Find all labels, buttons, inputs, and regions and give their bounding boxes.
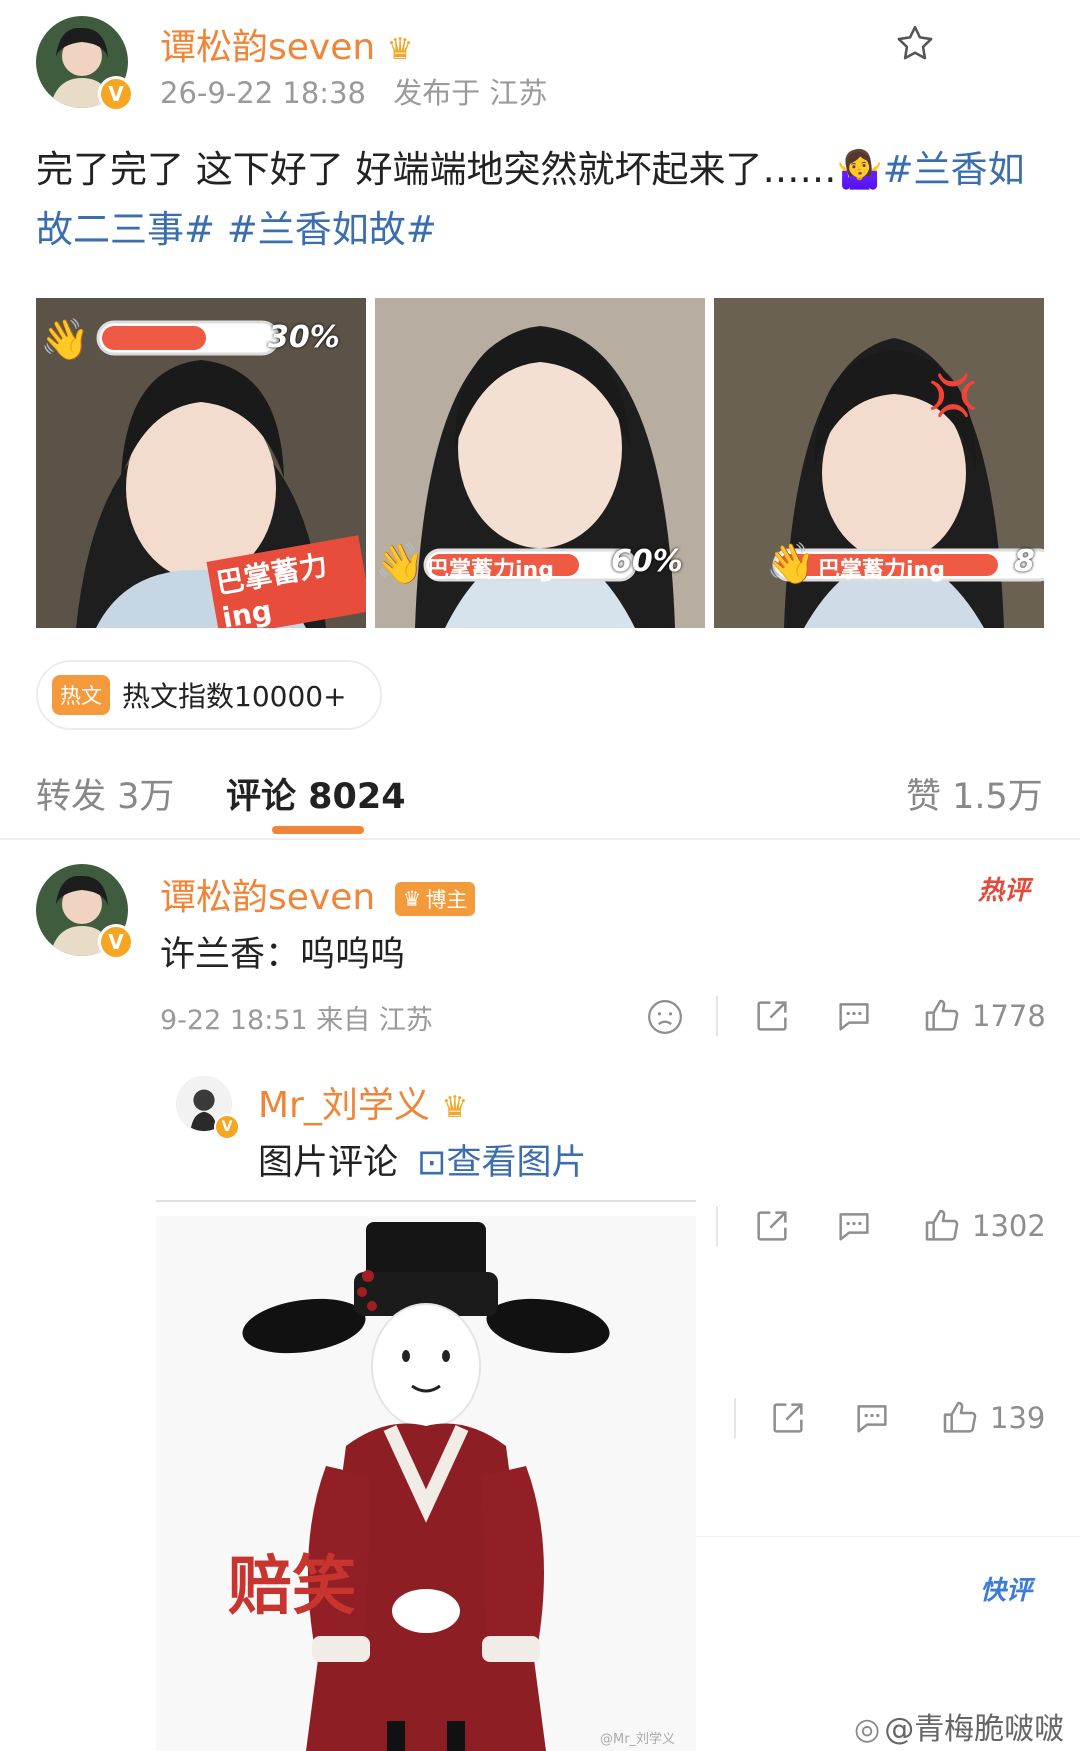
thumbs-up-icon	[943, 1401, 977, 1433]
comment-author-name[interactable]: 谭松韵seven ♛ 博主	[160, 868, 476, 920]
blogger-badge-label: 博主	[425, 888, 468, 912]
photo-banner: 巴掌蓄力ing	[427, 558, 554, 583]
post-location: 发布于 江苏	[393, 76, 548, 110]
post-author-name[interactable]: 谭松韵seven ♛	[160, 18, 414, 70]
dislike-face-icon[interactable]	[646, 998, 684, 1040]
reply-icon[interactable]	[852, 1398, 892, 1442]
hot-comment-mark: 热评	[978, 876, 1031, 906]
comment-time: 9-22 18:51 来自 江苏	[160, 1005, 433, 1036]
share-icon[interactable]	[752, 996, 792, 1040]
favorite-star-icon[interactable]	[893, 22, 937, 70]
post-text: 完了完了 这下好了 好端端地突然就坏起来了……🤷‍♀️#兰香如故二三事# #兰香…	[36, 140, 1046, 260]
action-divider	[716, 996, 718, 1036]
weibo-logo-icon: ◎	[854, 1712, 881, 1747]
tab-comment[interactable]: 评论 8024	[226, 768, 406, 819]
hand-icon: 👋	[766, 541, 816, 587]
thumbs-up-icon	[925, 999, 959, 1031]
post-photo-3[interactable]: 💢 👋 巴掌蓄力ing 8	[714, 298, 1044, 628]
share-icon[interactable]	[768, 1398, 808, 1442]
crown-icon: ♛	[386, 32, 414, 67]
reply-icon[interactable]	[834, 996, 874, 1040]
hand-icon: 👋	[375, 541, 425, 587]
progress-label: 60%	[611, 544, 683, 579]
crown-icon: ♛	[402, 887, 422, 911]
reply-text: 图片评论 ⊡查看图片	[258, 1134, 586, 1185]
progress-label: 8	[1014, 544, 1035, 579]
photo-banner: 巴掌蓄力ing	[818, 558, 945, 583]
anger-icon: 💢	[928, 373, 978, 419]
action-divider	[716, 1206, 718, 1246]
post-photo-1[interactable]: 30% 👋 巴掌蓄力ing	[36, 298, 366, 628]
crown-icon: ♛	[441, 1090, 469, 1125]
section-divider	[0, 838, 1080, 840]
thumbs-up-icon	[925, 1209, 959, 1241]
sticker-top-line	[156, 1200, 696, 1202]
like-count: 1778	[972, 999, 1046, 1033]
like-button[interactable]: 139	[940, 1398, 1045, 1438]
sticker-caption: 赔笑	[228, 1549, 356, 1624]
progress-label: 30%	[268, 320, 340, 355]
active-tab-indicator	[272, 826, 364, 834]
verified-badge-icon: V	[98, 76, 134, 112]
verified-badge-icon: V	[98, 924, 134, 960]
hand-icon: 👋	[40, 317, 90, 363]
hot-index-text: 热文指数10000+	[122, 680, 347, 713]
sticker-image[interactable]	[156, 1216, 696, 1751]
share-icon[interactable]	[752, 1206, 792, 1250]
interaction-tabs: 转发 3万 评论 8024 赞 1.5万	[0, 758, 1080, 838]
comment-divider	[696, 1536, 1080, 1537]
action-divider	[734, 1398, 736, 1438]
like-count: 1302	[972, 1209, 1046, 1243]
blogger-badge: ♛ 博主	[394, 882, 476, 916]
hashtag-link[interactable]: #兰香如故#	[227, 208, 437, 251]
reply-icon[interactable]	[834, 1206, 874, 1250]
hot-index-pill[interactable]: 热文 热文指数10000+	[36, 660, 382, 730]
sticker-watermark: @Mr_刘学义	[600, 1732, 676, 1747]
tab-like[interactable]: 赞 1.5万	[906, 768, 1043, 819]
fast-comment-mark: 快评	[980, 1576, 1033, 1606]
page-watermark: ◎ @青梅脆啵啵	[854, 1704, 1064, 1748]
watermark-text: @青梅脆啵啵	[884, 1712, 1065, 1747]
like-button[interactable]: 1302	[922, 1206, 1046, 1246]
comment-text: 许兰香：呜呜呜	[160, 935, 406, 975]
post-meta: 26-9-22 18:38 发布于 江苏	[160, 70, 547, 112]
post-photo-2[interactable]: 60% 👋 巴掌蓄力ing	[375, 298, 705, 628]
hot-tag: 热文	[52, 675, 110, 715]
reply-text-label: 图片评论	[258, 1143, 399, 1183]
like-button[interactable]: 1778	[922, 996, 1046, 1036]
verified-badge-icon: V	[214, 1114, 240, 1140]
tab-repost[interactable]: 转发 3万	[36, 768, 174, 819]
reply-author-name[interactable]: Mr_刘学义 ♛	[258, 1076, 468, 1128]
post-body-text: 完了完了 这下好了 好端端地突然就坏起来了……🤷‍♀️	[36, 148, 883, 191]
view-image-link[interactable]: ⊡查看图片	[417, 1143, 586, 1183]
like-count: 139	[990, 1401, 1046, 1435]
post-time: 26-9-22 18:38	[160, 76, 366, 110]
